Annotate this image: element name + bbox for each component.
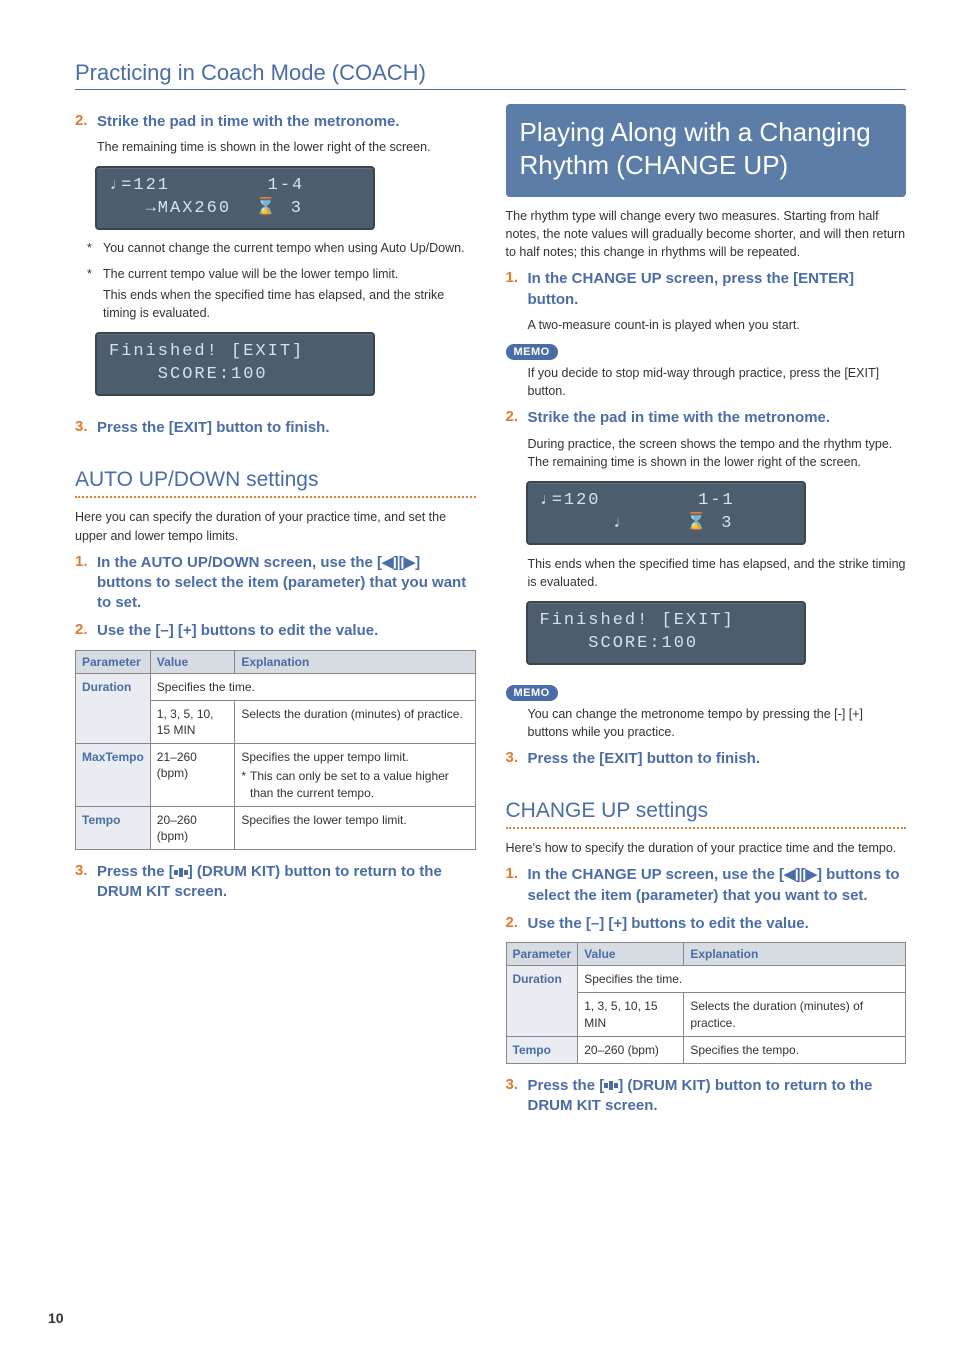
- table-row: Tempo 20–260 (bpm) Specifies the tempo.: [506, 1036, 906, 1063]
- settings-step1: In the AUTO UP/DOWN screen, use the [◀][…: [97, 553, 476, 614]
- page-number: 10: [48, 1310, 64, 1326]
- col-parameter: Parameter: [76, 650, 151, 673]
- param-value: 1, 3, 5, 10, 15 MIN: [150, 700, 235, 743]
- cu-step1-body: A two-measure count-in is played when yo…: [528, 316, 907, 334]
- param-explanation: Specifies the tempo.: [684, 1036, 906, 1063]
- divider: [75, 496, 476, 498]
- param-spec: Specifies the time.: [150, 673, 475, 700]
- lcd-screen-tempo: ♩=121 1-4 →MAX260 ⌛ 3: [95, 166, 375, 230]
- table-header-row: Parameter Value Explanation: [506, 943, 906, 966]
- cu-step2-body: During practice, the screen shows the te…: [528, 435, 907, 471]
- cu-step1-title: In the CHANGE UP screen, press the [ENTE…: [528, 269, 907, 310]
- step2-title: Strike the pad in time with the metronom…: [97, 112, 400, 132]
- col-explanation: Explanation: [684, 943, 906, 966]
- right-column: Playing Along with a Changing Rhythm (CH…: [506, 104, 907, 1122]
- param-explanation: Specifies the lower tempo limit.: [235, 806, 475, 849]
- param-explanation: Selects the duration (minutes) of practi…: [684, 993, 906, 1036]
- param-name: Duration: [76, 673, 151, 744]
- param-explanation: Selects the duration (minutes) of practi…: [235, 700, 475, 743]
- note-end: This ends when the specified time has el…: [103, 287, 476, 322]
- param-name: Duration: [506, 966, 578, 1037]
- step-number: 3.: [75, 862, 91, 903]
- parameters-table: Parameter Value Explanation Duration Spe…: [506, 942, 907, 1064]
- table-header-row: Parameter Value Explanation: [76, 650, 476, 673]
- memo1-body: If you decide to stop mid-way through pr…: [528, 364, 907, 400]
- memo-badge: MEMO: [506, 344, 558, 360]
- param-name: Tempo: [506, 1036, 578, 1063]
- note-tempo-limit: The current tempo value will be the lowe…: [103, 266, 476, 284]
- note-auto-updown: You cannot change the current tempo when…: [103, 240, 465, 258]
- param-value: 20–260 (bpm): [150, 806, 235, 849]
- cu-settings-step1: In the CHANGE UP screen, use the [◀][▶] …: [528, 865, 907, 906]
- step-number: 2.: [75, 621, 91, 641]
- param-spec: Specifies the time.: [578, 966, 906, 993]
- cu-step2-body2: This ends when the specified time has el…: [528, 555, 907, 591]
- lcd-screen-finished: Finished! [EXIT] SCORE:100: [95, 332, 375, 396]
- step2-body: The remaining time is shown in the lower…: [97, 138, 476, 156]
- asterisk-icon: *: [87, 266, 97, 323]
- step-number: 2.: [75, 112, 91, 132]
- cu-step3-title: Press the [EXIT] button to finish.: [528, 749, 761, 769]
- section-header-change-up: CHANGE UP settings: [506, 799, 907, 823]
- change-up-intro: The rhythm type will change every two me…: [506, 207, 907, 261]
- page-title: Practicing in Coach Mode (COACH): [75, 60, 906, 90]
- table-row: Tempo 20–260 (bpm) Specifies the lower t…: [76, 806, 476, 849]
- step-number: 1.: [506, 269, 522, 310]
- cu-step2-title: Strike the pad in time with the metronom…: [528, 408, 831, 428]
- lcd-screen-tempo: ♩=120 1-1 ♩ ⌛ 3: [526, 481, 806, 545]
- left-column: 2. Strike the pad in time with the metro…: [75, 104, 476, 1122]
- settings-step3: Press the [] (DRUM KIT) button to return…: [97, 862, 476, 903]
- drum-kit-icon: [604, 1080, 618, 1091]
- divider: [506, 827, 907, 829]
- memo-badge: MEMO: [506, 685, 558, 701]
- table-row: MaxTempo 21–260 (bpm) Specifies the uppe…: [76, 744, 476, 807]
- param-value: 21–260 (bpm): [150, 744, 235, 807]
- step-number: 1.: [506, 865, 522, 906]
- parameters-table: Parameter Value Explanation Duration Spe…: [75, 650, 476, 851]
- col-explanation: Explanation: [235, 650, 475, 673]
- step-number: 3.: [506, 1076, 522, 1117]
- step-number: 2.: [506, 914, 522, 934]
- memo2-body: You can change the metronome tempo by pr…: [528, 705, 907, 741]
- settings-step2: Use the [–] [+] buttons to edit the valu…: [97, 621, 378, 641]
- table-row: Duration Specifies the time.: [76, 673, 476, 700]
- cu-settings-step2: Use the [–] [+] buttons to edit the valu…: [528, 914, 809, 934]
- step-number: 2.: [506, 408, 522, 428]
- param-value: 20–260 (bpm): [578, 1036, 684, 1063]
- asterisk-icon: *: [87, 240, 97, 258]
- step-number: 3.: [506, 749, 522, 769]
- cu-section-intro: Here's how to specify the duration of yo…: [506, 839, 907, 857]
- cu-settings-step3: Press the [] (DRUM KIT) button to return…: [528, 1076, 907, 1117]
- section-intro: Here you can specify the duration of you…: [75, 508, 476, 544]
- table-row: Duration Specifies the time.: [506, 966, 906, 993]
- param-value: 1, 3, 5, 10, 15 MIN: [578, 993, 684, 1036]
- drum-kit-icon: [174, 867, 188, 878]
- param-name: Tempo: [76, 806, 151, 849]
- col-value: Value: [150, 650, 235, 673]
- step3-title: Press the [EXIT] button to finish.: [97, 418, 330, 438]
- step-number: 1.: [75, 553, 91, 614]
- section-header-auto-updown: AUTO UP/DOWN settings: [75, 468, 476, 492]
- section-title-change-up: Playing Along with a Changing Rhythm (CH…: [506, 104, 907, 197]
- param-name: MaxTempo: [76, 744, 151, 807]
- col-parameter: Parameter: [506, 943, 578, 966]
- step-number: 3.: [75, 418, 91, 438]
- col-value: Value: [578, 943, 684, 966]
- lcd-screen-finished: Finished! [EXIT] SCORE:100: [526, 601, 806, 665]
- param-explanation: Specifies the upper tempo limit. *This c…: [235, 744, 475, 807]
